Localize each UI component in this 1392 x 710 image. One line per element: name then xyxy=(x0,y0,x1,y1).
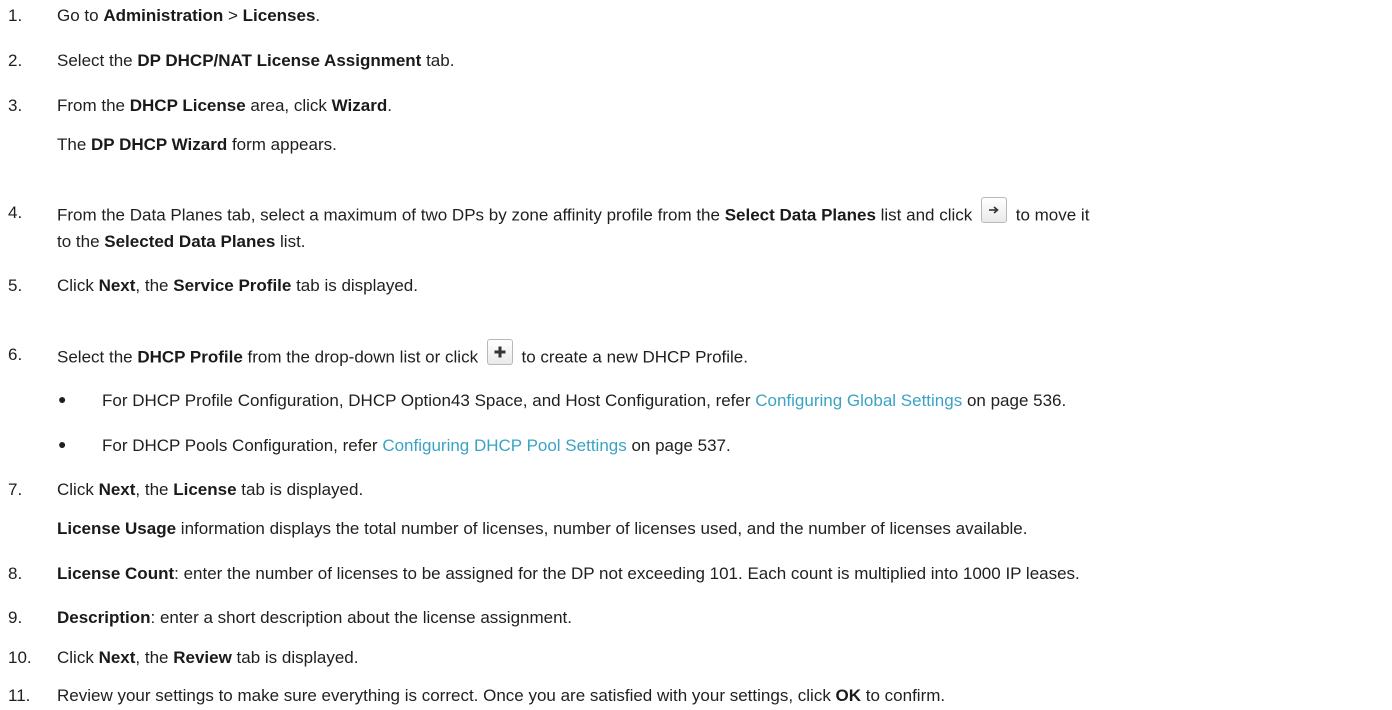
link-configuring-dhcp-pool-settings[interactable]: Configuring DHCP Pool Settings xyxy=(382,436,626,455)
step-number: 4. xyxy=(8,203,23,222)
step-number: 11. xyxy=(8,686,31,705)
plus-icon xyxy=(486,339,513,365)
bullet-text: For DHCP Pools Configuration, refer Conf… xyxy=(102,436,731,455)
step-text: Select the DP DHCP/NAT License Assignmen… xyxy=(57,51,455,70)
step-text: Select the DHCP Profile from the drop-do… xyxy=(57,339,748,371)
note-text: The DP DHCP Wizard form appears. xyxy=(57,135,337,154)
note-text: License Usage information displays the t… xyxy=(57,519,1028,538)
step-number: 2. xyxy=(8,51,23,70)
step-number: 3. xyxy=(8,96,23,115)
bullet-text: For DHCP Profile Configuration, DHCP Opt… xyxy=(102,391,1067,410)
step-number: 9. xyxy=(8,608,23,627)
step-text: Go to Administration > Licenses. xyxy=(57,6,321,25)
step-text: Click Next, the License tab is displayed… xyxy=(57,480,364,499)
step-text: to the Selected Data Planes list. xyxy=(57,232,306,251)
step-number: 8. xyxy=(8,564,23,583)
arrow-right-icon xyxy=(981,197,1007,223)
step-text: Review your settings to make sure everyt… xyxy=(57,686,946,705)
step-text: License Count: enter the number of licen… xyxy=(57,564,1080,583)
bullet: ● xyxy=(58,436,67,452)
step-text: From the Data Planes tab, select a maxim… xyxy=(57,197,1089,229)
step-number: 6. xyxy=(8,345,23,364)
step-number: 1. xyxy=(8,6,23,25)
step-number: 10. xyxy=(8,648,32,667)
bullet: ● xyxy=(58,391,67,407)
step-number: 5. xyxy=(8,276,23,295)
step-text: From the DHCP License area, click Wizard… xyxy=(57,96,392,115)
step-text: Description: enter a short description a… xyxy=(57,608,572,627)
step-text: Click Next, the Review tab is displayed. xyxy=(57,648,359,667)
step-number: 7. xyxy=(8,480,23,499)
link-configuring-global-settings[interactable]: Configuring Global Settings xyxy=(755,391,962,410)
step-text: Click Next, the Service Profile tab is d… xyxy=(57,276,418,295)
